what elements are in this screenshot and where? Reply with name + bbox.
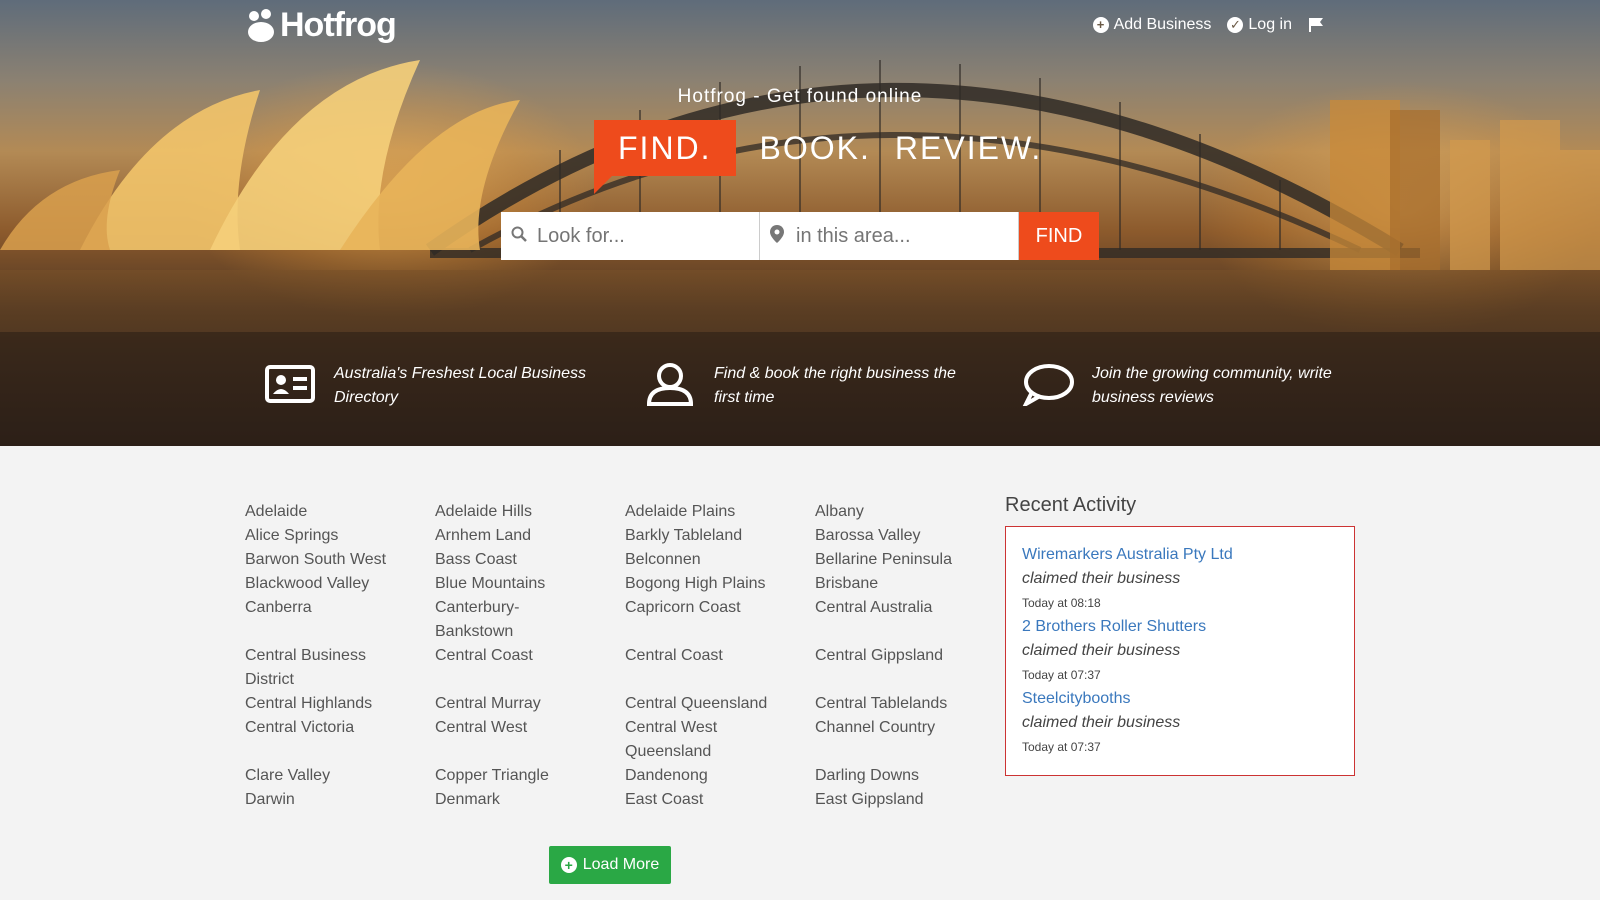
region-link[interactable]: Adelaide	[245, 500, 435, 524]
what-field	[501, 212, 760, 260]
load-more-label: Load More	[582, 856, 660, 873]
hero-tagline: Hotfrog - Get found online	[677, 86, 923, 107]
feature-community: Join the growing community, write busine…	[1022, 362, 1362, 410]
activity-item: Steelcitybooths claimed their business T…	[1022, 687, 1338, 759]
where-field	[760, 212, 1019, 260]
region-link[interactable]: Albany	[815, 500, 1005, 524]
feature-find-book: Find & book the right business the first…	[644, 362, 984, 410]
location-input[interactable]	[796, 224, 1016, 248]
activity-action: claimed their business	[1022, 714, 1181, 731]
activity-business-link[interactable]: Steelcitybooths	[1022, 687, 1338, 711]
book-word: BOOK.	[759, 129, 871, 166]
hero-headline: FIND. BOOK. REVIEW.	[594, 120, 1043, 194]
activity-business-link[interactable]: Wiremarkers Australia Pty Ltd	[1022, 543, 1338, 567]
activity-action: claimed their business	[1022, 570, 1181, 587]
activity-time: Today at 07:37	[1022, 740, 1101, 754]
hotfrog-logo[interactable]: Hotfrog	[244, 6, 397, 45]
region-link[interactable]: Canterbury-Bankstown	[435, 596, 545, 644]
region-link[interactable]: Darwin	[245, 788, 435, 812]
region-link[interactable]: Central West Queensland	[625, 716, 735, 764]
region-list: Adelaide Adelaide Hills Adelaide Plains …	[245, 500, 1005, 812]
region-link[interactable]: Central Gippsland	[815, 644, 1005, 692]
region-link[interactable]: Central Business District	[245, 644, 385, 692]
region-link[interactable]: Blue Mountains	[435, 572, 625, 596]
activity-time: Today at 08:18	[1022, 596, 1101, 610]
region-link[interactable]: Bass Coast	[435, 548, 625, 572]
activity-time: Today at 07:37	[1022, 668, 1101, 682]
region-link[interactable]: Central Coast	[435, 644, 625, 692]
region-link[interactable]: Darling Downs	[815, 764, 1005, 788]
id-card-icon	[265, 365, 315, 403]
region-link[interactable]: Channel Country	[815, 716, 1005, 764]
log-in-label: Log in	[1248, 16, 1292, 33]
activity-item: Wiremarkers Australia Pty Ltd claimed th…	[1022, 543, 1338, 615]
region-link[interactable]: Clare Valley	[245, 764, 435, 788]
log-in-link[interactable]: ✓ Log in	[1227, 16, 1292, 34]
region-link[interactable]: Denmark	[435, 788, 625, 812]
activity-action: claimed their business	[1022, 642, 1181, 659]
find-badge: FIND.	[594, 120, 736, 194]
region-link[interactable]: Central Highlands	[245, 692, 435, 716]
recent-activity-panel: Wiremarkers Australia Pty Ltd claimed th…	[1005, 526, 1355, 776]
region-link[interactable]: Central Coast	[625, 644, 815, 692]
region-link[interactable]: Central Murray	[435, 692, 625, 716]
region-link[interactable]: Capricorn Coast	[625, 596, 815, 644]
region-link[interactable]: Canberra	[245, 596, 435, 644]
recent-activity-title: Recent Activity	[1005, 494, 1137, 516]
region-link[interactable]: Dandenong	[625, 764, 815, 788]
load-more-button[interactable]: + Load More	[549, 846, 671, 884]
activity-item: 2 Brothers Roller Shutters claimed their…	[1022, 615, 1338, 687]
top-nav: + Add Business ✓ Log in	[1092, 16, 1324, 34]
review-word: REVIEW.	[894, 129, 1043, 166]
user-icon	[646, 363, 694, 406]
logo-text: Hotfrog	[280, 6, 397, 44]
add-business-label: Add Business	[1113, 16, 1212, 33]
region-link[interactable]: Barossa Valley	[815, 524, 1005, 548]
region-link[interactable]: Central Tablelands	[815, 692, 1005, 716]
plus-circle-icon: +	[1092, 17, 1109, 33]
check-circle-icon: ✓	[1227, 17, 1244, 33]
region-link[interactable]: Brisbane	[815, 572, 1005, 596]
feature-find-book-text: Find & book the right business the first…	[714, 365, 956, 406]
activity-business-link[interactable]: 2 Brothers Roller Shutters	[1022, 615, 1338, 639]
feature-community-text: Join the growing community, write busine…	[1092, 365, 1332, 406]
search-input[interactable]	[537, 224, 757, 248]
speech-bubble-icon	[1022, 364, 1074, 406]
feature-directory-text: Australia's Freshest Local Business Dire…	[334, 365, 587, 406]
region-link[interactable]: Bogong High Plains	[625, 572, 815, 596]
region-link[interactable]: Barwon South West	[245, 548, 435, 572]
region-link[interactable]: Bellarine Peninsula	[815, 548, 1005, 572]
region-link[interactable]: Central Victoria	[245, 716, 435, 764]
add-business-link[interactable]: + Add Business	[1092, 16, 1212, 34]
find-button[interactable]: FIND	[1019, 212, 1099, 260]
frog-icon	[248, 8, 274, 42]
plus-circle-icon: +	[560, 857, 577, 873]
map-pin-icon	[770, 224, 788, 248]
flag-button[interactable]	[1308, 17, 1324, 33]
region-link[interactable]: Central West	[435, 716, 625, 764]
region-link[interactable]: Central Queensland	[625, 692, 815, 716]
flag-icon	[1309, 18, 1323, 32]
region-link[interactable]: East Gippsland	[815, 788, 1005, 812]
region-link[interactable]: East Coast	[625, 788, 815, 812]
region-link[interactable]: Alice Springs	[245, 524, 435, 548]
region-link[interactable]: Arnhem Land	[435, 524, 625, 548]
region-link[interactable]: Adelaide Hills	[435, 500, 625, 524]
feature-directory: Australia's Freshest Local Business Dire…	[264, 362, 604, 410]
region-link[interactable]: Blackwood Valley	[245, 572, 435, 596]
search-bar: FIND	[501, 212, 1099, 260]
region-link[interactable]: Central Australia	[815, 596, 1005, 644]
search-icon	[511, 226, 529, 247]
region-link[interactable]: Copper Triangle	[435, 764, 625, 788]
region-link[interactable]: Adelaide Plains	[625, 500, 815, 524]
region-link[interactable]: Barkly Tableland	[625, 524, 815, 548]
region-link[interactable]: Belconnen	[625, 548, 815, 572]
